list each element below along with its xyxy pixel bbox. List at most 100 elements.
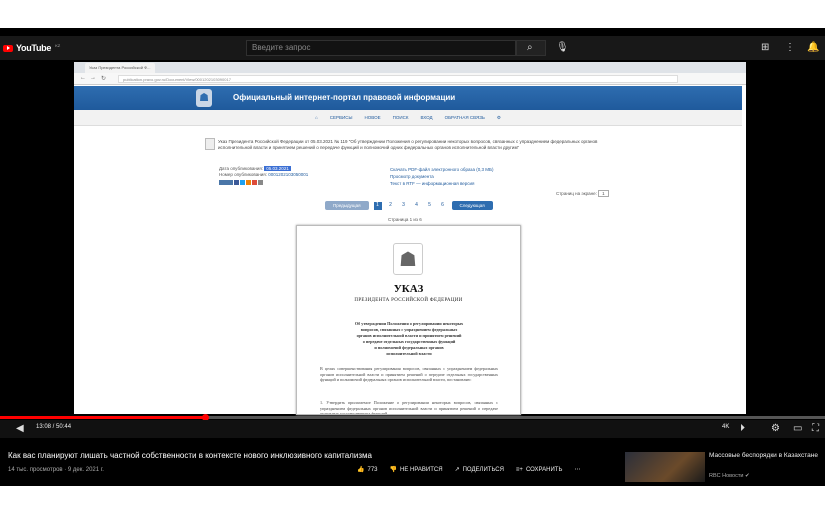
document-description: Указ Президента Российской Федерации от … <box>218 139 598 150</box>
fullscreen-icon[interactable]: ⛶ <box>812 424 819 434</box>
decree-paragraph: 1. Утвердить прилагаемое Положение о рег… <box>320 400 498 414</box>
nav-item[interactable]: ПОИСК <box>393 115 409 120</box>
share-icons <box>219 180 308 185</box>
dislike-button[interactable]: 👎 НЕ НРАВИТСЯ <box>389 466 443 474</box>
share-icon[interactable] <box>234 180 239 185</box>
share-icon[interactable] <box>219 180 233 185</box>
like-button[interactable]: 👍 773 <box>357 466 378 474</box>
page-count: Страница 1 из 6 <box>388 217 422 222</box>
share-icon[interactable] <box>258 180 263 185</box>
nav-item[interactable]: ВХОД <box>420 115 432 120</box>
youtube-logo-text: YouTube <box>16 43 52 53</box>
forward-icon[interactable]: → <box>90 75 96 81</box>
decree-subheading: ПРЕЗИДЕНТА РОССИЙСКОЙ ФЕДЕРАЦИИ <box>354 298 463 303</box>
nav-item[interactable]: ОБРАТНАЯ СВЯЗЬ <box>445 115 485 120</box>
decree-title-line: и полномочий федеральных органов <box>374 345 444 350</box>
number-value: 0001202103050001 <box>268 172 309 177</box>
page-number[interactable]: 5 <box>426 202 434 210</box>
quality-badge: 4K <box>722 424 730 430</box>
page-number[interactable]: 4 <box>413 202 421 210</box>
screen: YouTube KZ Введите запрос ⌕ 🎙 ⊞ ⋮ 🔔 Указ… <box>0 0 825 510</box>
microphone-icon[interactable]: 🎙 <box>556 43 569 53</box>
back-icon[interactable]: ← <box>80 75 86 81</box>
pages-per-screen: Страниц на экране: 1 <box>556 190 609 197</box>
settings-icon[interactable]: ⚙ <box>497 115 501 121</box>
progress-fill <box>0 416 205 419</box>
recommended-video-thumbnail[interactable] <box>625 452 705 482</box>
next-page-button[interactable]: Следующая <box>451 201 493 210</box>
search-button[interactable]: ⌕ <box>516 40 546 56</box>
settings-icon[interactable]: ⚙ <box>771 424 780 434</box>
pager: Предыдущая 1 2 3 4 5 6 Следующая <box>325 201 493 210</box>
number-label: Номер опубликования: <box>219 172 267 177</box>
eagle-emblem-icon: ☗ <box>196 89 212 107</box>
published-label: Дата опубликования: <box>219 166 264 171</box>
player-controls <box>0 420 825 438</box>
document-icon <box>205 138 215 150</box>
volume-icon[interactable]: ◀ <box>16 424 24 434</box>
portal-title: Официальный интернет-портал правовой инф… <box>233 93 456 102</box>
prev-page-button[interactable]: Предыдущая <box>325 201 369 210</box>
search-icon: ⌕ <box>527 42 533 53</box>
pages-per-screen-select[interactable]: 1 <box>598 190 609 197</box>
browser-tab[interactable]: Указ Президента Российской Ф... <box>85 63 155 73</box>
pages-per-screen-label: Страниц на экране: <box>556 191 597 196</box>
view-link[interactable]: Просмотр документа <box>390 173 493 180</box>
decree-title-line: Об утверждении Положения о регулировании… <box>354 321 464 326</box>
decree-title-line: вопросов, связанных с упразднением федер… <box>360 327 458 332</box>
rtf-link[interactable]: Текст в RTF — информационная версия <box>390 180 493 187</box>
youtube-logo-suffix: KZ <box>55 43 61 48</box>
published-date: 05.03.2021 <box>264 166 291 171</box>
decree-paragraph: В целях совершенствования регулирования … <box>320 366 498 382</box>
share-button[interactable]: ↗ ПОДЕЛИТЬСЯ <box>454 466 504 474</box>
channel-name[interactable]: RBC Новости <box>709 473 743 479</box>
page-number[interactable]: 6 <box>439 202 447 210</box>
save-icon: ≡+ <box>515 466 523 473</box>
decree-title-line: органов исполнительной власти и принятие… <box>356 333 462 338</box>
youtube-logo[interactable]: YouTube KZ <box>3 43 60 53</box>
share-label: ПОДЕЛИТЬСЯ <box>462 466 504 473</box>
autoplay-toggle-icon[interactable]: ⏵ <box>740 424 745 434</box>
top-white-bar <box>0 0 825 28</box>
miniplayer-icon[interactable]: ▭ <box>793 424 802 434</box>
home-icon[interactable]: ⌂ <box>315 115 318 120</box>
video-views: 14 тыс. просмотров · 9 дек. 2021 г. <box>8 467 104 473</box>
share-icon[interactable] <box>252 180 257 185</box>
like-count: 773 <box>367 466 378 473</box>
youtube-play-icon <box>3 44 13 52</box>
check-icon: ✔ <box>744 473 750 479</box>
eagle-emblem-icon: ☗ <box>393 243 423 275</box>
decree-heading: УКАЗ <box>393 283 424 295</box>
apps-icon[interactable]: ⋮ <box>785 43 795 53</box>
page-number[interactable]: 3 <box>400 202 408 210</box>
create-video-icon[interactable]: ⊞ <box>761 43 769 53</box>
recommended-video-title[interactable]: Массовые беспорядки в Казахстане <box>709 451 819 460</box>
search-input[interactable]: Введите запрос <box>246 40 516 56</box>
nav-item[interactable]: НОВОЕ <box>365 115 381 120</box>
share-icon[interactable] <box>240 180 245 185</box>
bottom-white-bar <box>0 486 825 510</box>
save-button[interactable]: ≡+ СОХРАНИТЬ <box>516 466 562 473</box>
thumbs-down-icon: 👎 <box>389 467 397 473</box>
browser-address-bar[interactable]: publication.pravo.gov.ru/Document/View/0… <box>118 75 678 83</box>
thumbs-up-icon: 👍 <box>357 467 365 473</box>
recommended-video-channel: RBC Новости ✔ <box>709 473 750 479</box>
page-number[interactable]: 1 <box>373 201 382 210</box>
document-meta: Дата опубликования: 05.03.2021 Номер опу… <box>219 166 308 185</box>
share-icon: ↗ <box>454 467 460 473</box>
nav-item[interactable]: СЕРВИСЫ <box>330 115 353 120</box>
page-number[interactable]: 2 <box>387 202 395 210</box>
decree-title-line: исполнительной власти <box>386 351 432 356</box>
decree-title-line: о передаче отдельных государственных фун… <box>362 339 456 344</box>
video-title: Как вас планируют лишать частной собстве… <box>8 451 372 460</box>
browser-tabbar <box>74 62 746 73</box>
portal-nav: ⌂ СЕРВИСЫ НОВОЕ ПОИСК ВХОД ОБРАТНАЯ СВЯЗ… <box>74 110 742 126</box>
video-actions: 👍 773 👎 НЕ НРАВИТСЯ ↗ ПОДЕЛИТЬСЯ ≡+ СОХРАНИТ… <box>357 466 580 474</box>
share-icon[interactable] <box>246 180 251 185</box>
document-links: Скачать PDF-файл электронного образа (0,… <box>390 166 493 187</box>
reload-icon[interactable]: ↻ <box>101 75 106 82</box>
dislike-label: НЕ НРАВИТСЯ <box>399 466 443 473</box>
bell-icon[interactable]: 🔔 <box>807 43 819 53</box>
more-actions-icon[interactable]: ⋯ <box>574 466 580 473</box>
pdf-link[interactable]: Скачать PDF-файл электронного образа (0,… <box>390 166 493 173</box>
